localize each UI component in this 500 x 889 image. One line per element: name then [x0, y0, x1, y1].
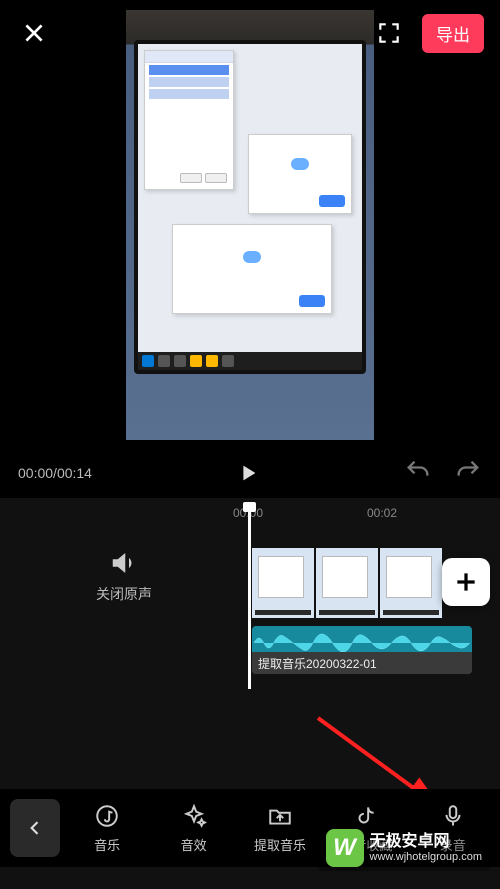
watermark-logo: W [326, 829, 364, 867]
undo-button[interactable] [404, 457, 432, 490]
mute-original-sound[interactable]: 关闭原声 [0, 548, 248, 604]
video-clip[interactable] [380, 548, 442, 618]
export-button[interactable]: 导出 [422, 14, 484, 53]
play-button[interactable] [92, 462, 404, 484]
ruler-tick: 00:02 [367, 506, 397, 520]
plus-icon [453, 569, 479, 595]
time-display: 00:00/00:14 [18, 465, 92, 481]
undo-icon [404, 457, 432, 485]
audio-clip-label: 提取音乐20200322-01 [252, 652, 472, 674]
close-icon [21, 20, 47, 46]
chevron-left-icon [25, 818, 45, 838]
video-clip[interactable] [252, 548, 314, 618]
preview-frame [126, 10, 374, 440]
tool-extract-audio[interactable]: 提取音乐 [250, 803, 310, 854]
add-clip-button[interactable] [442, 558, 490, 606]
tool-music[interactable]: 音乐 [77, 803, 137, 854]
video-clip[interactable] [316, 548, 378, 618]
redo-icon [454, 457, 482, 485]
video-track[interactable] [252, 548, 444, 618]
watermark-domain: www.wjhotelgroup.com [370, 851, 483, 863]
fullscreen-button[interactable] [374, 18, 404, 48]
speaker-icon [109, 548, 139, 578]
video-preview[interactable] [126, 10, 374, 440]
fullscreen-icon [376, 20, 402, 46]
back-button[interactable] [10, 799, 60, 857]
playhead[interactable] [248, 504, 251, 689]
folder-icon [267, 803, 293, 829]
redo-button[interactable] [454, 457, 482, 490]
tool-sound-effect[interactable]: 音效 [164, 803, 224, 854]
watermark: W 无极安卓网 www.wjhotelgroup.com [318, 825, 491, 871]
close-button[interactable] [16, 15, 52, 51]
audio-clip[interactable]: 提取音乐20200322-01 [252, 626, 472, 674]
mute-label: 关闭原声 [96, 584, 152, 604]
play-icon [237, 462, 259, 484]
sparkle-icon [181, 803, 207, 829]
music-note-icon [94, 803, 120, 829]
watermark-name: 无极安卓网 [370, 833, 483, 851]
